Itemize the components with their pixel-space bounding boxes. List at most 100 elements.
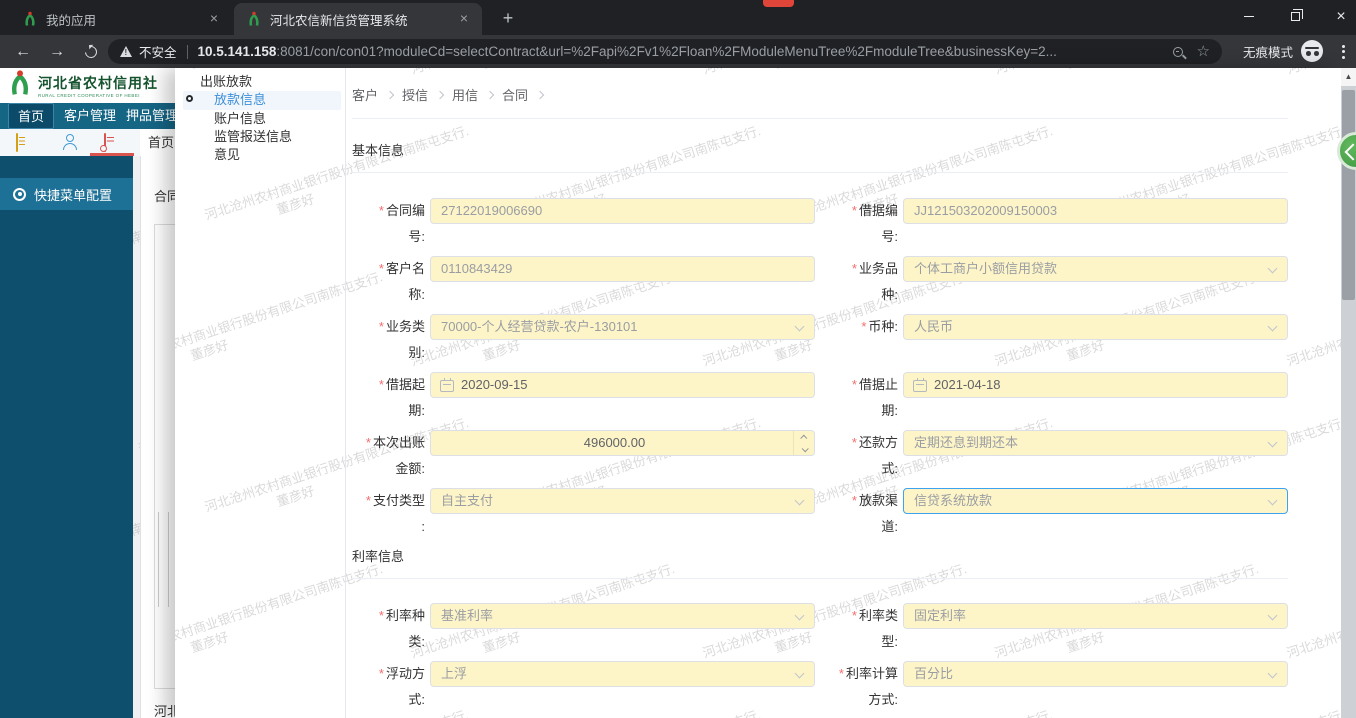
disbursement-amount-field: * 本次出账 金额: 496000.00 [352,430,825,482]
required-asterisk: * [861,319,867,334]
logo-subtitle: RURAL CREDIT COOPERATIVE OF HEBEI [38,93,140,98]
disbursement-channel-field: * 放款渠 道: 信贷系统放款 [825,488,1288,540]
nav-item-collateral-mgmt[interactable]: 押品管理 [126,103,175,129]
menu-item-regulatory-report[interactable]: 监管报送信息 [214,128,292,146]
number-stepper[interactable] [793,431,814,455]
address-bar[interactable]: 不安全 10.5.141.158:8081/con/con01?moduleCd… [108,39,1222,64]
tool-icons [0,129,140,156]
form-area: 客户 授信 用信 合同 基本信息 * 合同编 号: 27122019006690 * 借据… [352,68,1288,718]
receipt-number-input[interactable]: JJ121503202009150003 [903,198,1288,224]
float-method-select[interactable]: 上浮 [430,661,815,687]
menu-parent-disbursement[interactable]: 出账放款 [200,73,252,91]
disbursement-channel-select[interactable]: 信贷系统放款 [903,488,1288,514]
zoom-out-icon[interactable] [1172,46,1183,57]
currency-select[interactable]: 人民币 [903,314,1288,340]
required-asterisk: * [851,261,857,276]
bookmark-star-icon[interactable]: ☆ [1197,44,1210,59]
loan-disbursement-panel: 河北沧州农村商业银行股份有限公司南陈屯支行. 董彦好 河北沧州农村商业银行股份有限公… [175,68,1341,718]
new-tab-button[interactable]: + [496,7,520,31]
chevron-down-icon [794,495,805,506]
close-tab-icon[interactable]: × [456,11,472,27]
page-content: 河北省农村信用社 RURAL CREDIT COOPERATIVE OF HEB… [0,68,1356,718]
chevron-down-icon [1267,668,1278,679]
chevron-right-icon [485,90,495,100]
breadcrumb-usage[interactable]: 用信 [452,85,478,104]
not-secure-label[interactable]: 不安全 [139,42,177,61]
section-title: 基本信息 [352,143,405,158]
payment-type-select[interactable]: 自主支付 [430,488,815,514]
customer-name-input[interactable]: 0110843429 [430,256,815,282]
back-button[interactable]: ← [8,37,38,66]
minimize-button[interactable] [1226,0,1272,33]
menu-item-loan-info[interactable]: 放款信息 [214,91,266,109]
underlying-tab-home[interactable]: 首页 [148,129,174,156]
scroll-up-arrow-icon[interactable]: ▲ [1341,68,1356,86]
chevron-right-icon [385,90,395,100]
disbursement-amount-input[interactable]: 496000.00 [430,430,815,456]
divider [352,578,1288,579]
business-product-select[interactable]: 个体工商户小额信用贷款 [903,256,1288,282]
disbursement-channel-label: * 放款渠 道: [851,493,898,534]
breadcrumb-contract[interactable]: 合同 [502,85,528,104]
breadcrumb-customer[interactable]: 客户 [352,85,378,104]
float-method-label: * 浮动方 式: [378,666,425,707]
scrollbar-thumb[interactable] [1342,90,1355,300]
forward-button[interactable]: → [42,37,72,66]
underlying-panel-title: 合同 [154,189,175,204]
panel-side-menu: 出账放款 放款信息 账户信息 监管报送信息 意见 [175,68,345,718]
form-row: * 业务类 别: 70000-个人经营贷款-农户-130101 * 币种: 人民币 [352,314,1288,360]
required-asterisk: * [851,203,857,218]
receipt-start-date-field: * 借据起 期: 2020-09-15 [352,372,825,424]
required-asterisk: * [378,608,384,623]
menu-item-account-info[interactable]: 账户信息 [214,110,266,128]
tab-my-apps[interactable]: 我的应用 × [10,3,232,35]
screen-share-indicator[interactable] [763,0,794,7]
rate-kind-select[interactable]: 基准利率 [430,603,815,629]
menu-item-opinion[interactable]: 意见 [214,146,240,164]
form-row: * 本次出账 金额: 496000.00 * 还款方 式: 定期还息到期还本 [352,430,1288,476]
disbursement-amount-label: * 本次出账 金额: [365,435,425,476]
url-text[interactable]: 10.5.141.158:8081/con/con01?moduleCd=sel… [198,44,1165,59]
breadcrumb-credit[interactable]: 授信 [402,85,428,104]
app-header: 河北省农村信用社 RURAL CREDIT COOPERATIVE OF HEB… [0,68,175,103]
top-nav: 首页 客户管理 押品管理 [0,103,175,129]
chevron-down-icon [794,321,805,332]
required-asterisk: * [851,608,857,623]
watermark-text: 河北沧州农村商业银行股份有限公司南陈屯支行.董彦好 [1284,561,1341,661]
business-category-select[interactable]: 70000-个人经营贷款-农户-130101 [430,314,815,340]
close-window-button[interactable]: × [1318,0,1356,33]
receipt-end-date-input[interactable]: 2021-04-18 [903,372,1288,398]
repayment-method-label: * 还款方 式: [851,435,898,476]
chevron-down-icon [794,668,805,679]
repayment-method-select[interactable]: 定期还息到期还本 [903,430,1288,456]
rate-calc-method-select[interactable]: 百分比 [903,661,1288,687]
rate-type-select[interactable]: 固定利率 [903,603,1288,629]
customer-name-field: * 客户名 称: 0110843429 [352,256,825,308]
chevron-down-icon [1267,610,1278,621]
form-search-icon[interactable] [104,133,106,152]
business-category-field: * 业务类 别: 70000-个人经营贷款-农户-130101 [352,314,825,366]
tab-credit-system[interactable]: 河北农信新信贷管理系统 × [234,3,482,35]
contract-number-input[interactable]: 27122019006690 [430,198,815,224]
stepper-down-icon[interactable] [794,443,814,455]
nav-item-customer-mgmt[interactable]: 客户管理 [64,103,116,129]
underlying-bottom-text: 河北 [154,704,175,718]
refresh-button[interactable] [76,37,106,66]
tab-strip: 我的应用 × 河北农信新信贷管理系统 × + × [0,0,1356,35]
close-tab-icon[interactable]: × [206,11,222,27]
incognito-label: 无痕模式 [1243,46,1294,60]
rate-calc-method-field: * 利率计算 方式: 百分比 [825,661,1288,713]
browser-menu-button[interactable] [1334,39,1352,64]
underlying-table-line [168,512,169,607]
required-asterisk: * [851,377,857,392]
omnibox-divider [186,44,188,59]
nav-item-home[interactable]: 首页 [8,103,55,129]
required-asterisk: * [851,435,857,450]
document-icon[interactable] [16,133,18,152]
sidebar-item-quick-menu-config[interactable]: 快捷菜单配置 [0,178,133,210]
restore-button[interactable] [1272,0,1318,33]
browser-toolbar: ← → 不安全 10.5.141.158:8081/con/con01?modu… [0,35,1356,68]
receipt-start-date-input[interactable]: 2020-09-15 [430,372,815,398]
required-asterisk: * [378,666,384,681]
stepper-up-icon[interactable] [794,431,814,443]
